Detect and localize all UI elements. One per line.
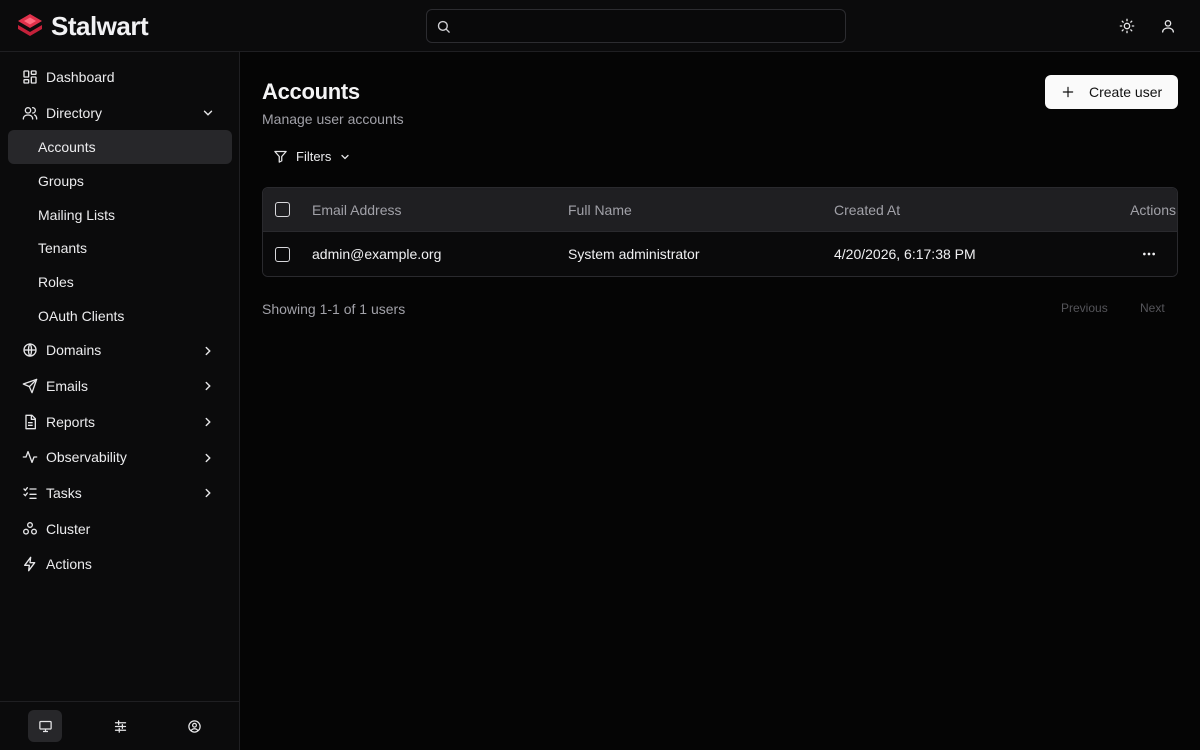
sidebar-item-observability[interactable]: Observability	[0, 440, 240, 476]
settings-view-button[interactable]	[103, 710, 137, 742]
column-header-email[interactable]: Email Address	[312, 202, 401, 218]
sidebar-item-directory[interactable]: Directory	[0, 95, 240, 131]
plus-icon	[1062, 86, 1074, 98]
user-icon	[1162, 20, 1174, 33]
pagination-summary: Showing 1-1 of 1 users	[262, 301, 406, 317]
actions-header-label: Actions	[1130, 201, 1176, 218]
monitor-icon	[38, 720, 52, 732]
sidebar-nav: Dashboard Directory Accounts Groups Mail…	[0, 59, 240, 582]
sidebar-item-domains[interactable]: Domains	[0, 333, 240, 369]
chevron-right-icon	[205, 417, 211, 427]
logo[interactable]: Stalwart	[16, 11, 149, 41]
chevron-right-icon	[205, 381, 211, 391]
next-page-button[interactable]: Next	[1140, 301, 1165, 315]
search-box[interactable]	[426, 9, 846, 43]
dashboard-icon	[22, 69, 38, 85]
more-options-icon[interactable]	[1141, 246, 1157, 262]
table-row[interactable]: admin@example.org System administrator 4…	[263, 231, 1177, 276]
cell-full-name: System administrator	[568, 246, 700, 262]
cell-email: admin@example.org	[312, 246, 442, 262]
sidebar-item-reports[interactable]: Reports	[0, 404, 240, 440]
filters-label: Filters	[296, 149, 332, 164]
chevron-down-icon	[341, 154, 350, 159]
sidebar-item-label: Cluster	[46, 520, 91, 537]
previous-page-button[interactable]: Previous	[1061, 301, 1108, 315]
activity-icon	[22, 449, 38, 465]
main-content: Accounts Manage user accounts Create use…	[241, 53, 1200, 750]
sidebar-item-label: Directory	[46, 104, 103, 121]
table-header: Email Address Full Name Created At Actio…	[263, 188, 1177, 231]
stalwart-logo-icon	[18, 14, 42, 36]
create-user-label: Create user	[1089, 84, 1163, 100]
users-icon	[22, 105, 38, 121]
chevron-right-icon	[205, 453, 211, 462]
checklist-icon	[22, 485, 38, 501]
sidebar-item-label: Dashboard	[46, 68, 115, 85]
user-menu-button[interactable]	[1158, 16, 1178, 36]
sidebar-subitem-roles[interactable]: Roles	[0, 265, 240, 299]
column-header-created-at[interactable]: Created At	[834, 202, 900, 218]
sidebar-item-label: Actions	[46, 556, 92, 573]
page-subtitle: Manage user accounts	[262, 111, 404, 127]
sidebar-subitem-groups[interactable]: Groups	[0, 164, 240, 198]
column-header-full-name[interactable]: Full Name	[568, 202, 632, 218]
create-user-button[interactable]: Create user	[1045, 75, 1178, 109]
account-view-button[interactable]	[177, 710, 211, 742]
sidebar-item-cluster[interactable]: Cluster	[0, 511, 240, 547]
sidebar-item-tasks[interactable]: Tasks	[0, 475, 240, 511]
search-icon	[437, 20, 450, 33]
top-header: Stalwart	[0, 0, 1200, 52]
globe-icon	[22, 342, 38, 358]
filters-button[interactable]: Filters	[273, 149, 351, 164]
theme-toggle-button[interactable]	[1117, 16, 1137, 36]
sidebar-subitem-mailing-lists[interactable]: Mailing Lists	[0, 198, 240, 232]
sidebar-subitem-accounts[interactable]: Accounts	[8, 130, 232, 165]
document-icon	[22, 414, 38, 430]
sidebar-item-emails[interactable]: Emails	[0, 368, 240, 404]
chevron-down-icon	[203, 110, 213, 116]
sidebar-footer	[0, 701, 240, 750]
logo-text: Stalwart	[51, 11, 149, 41]
cluster-icon	[22, 521, 38, 537]
select-all-checkbox[interactable]	[275, 202, 290, 217]
accounts-table: Email Address Full Name Created At Actio…	[262, 187, 1178, 277]
sidebar-item-label: Tasks	[46, 485, 82, 502]
sidebar-item-label: Observability	[46, 449, 127, 466]
page-title: Accounts	[262, 79, 360, 104]
user-circle-icon	[187, 719, 201, 733]
sun-icon	[1119, 18, 1135, 34]
sidebar: Dashboard Directory Accounts Groups Mail…	[0, 52, 240, 750]
chevron-right-icon	[205, 346, 211, 355]
sidebar-item-label: Domains	[46, 342, 102, 359]
filter-icon	[274, 150, 287, 163]
sidebar-subitem-oauth-clients[interactable]: OAuth Clients	[0, 299, 240, 333]
cell-created-at: 4/20/2026, 6:17:38 PM	[834, 246, 976, 262]
sidebar-item-label: Reports	[46, 413, 96, 430]
desktop-view-button[interactable]	[28, 710, 62, 742]
send-icon	[22, 378, 38, 394]
sidebar-item-dashboard[interactable]: Dashboard	[0, 59, 240, 95]
lightning-icon	[22, 556, 38, 572]
search-input[interactable]	[459, 11, 845, 41]
row-checkbox[interactable]	[275, 246, 290, 262]
sliders-icon	[114, 719, 126, 733]
sidebar-item-label: Emails	[46, 378, 89, 395]
sidebar-subitem-tenants[interactable]: Tenants	[0, 231, 240, 265]
chevron-right-icon	[205, 489, 211, 498]
sidebar-item-actions[interactable]: Actions	[0, 547, 240, 583]
